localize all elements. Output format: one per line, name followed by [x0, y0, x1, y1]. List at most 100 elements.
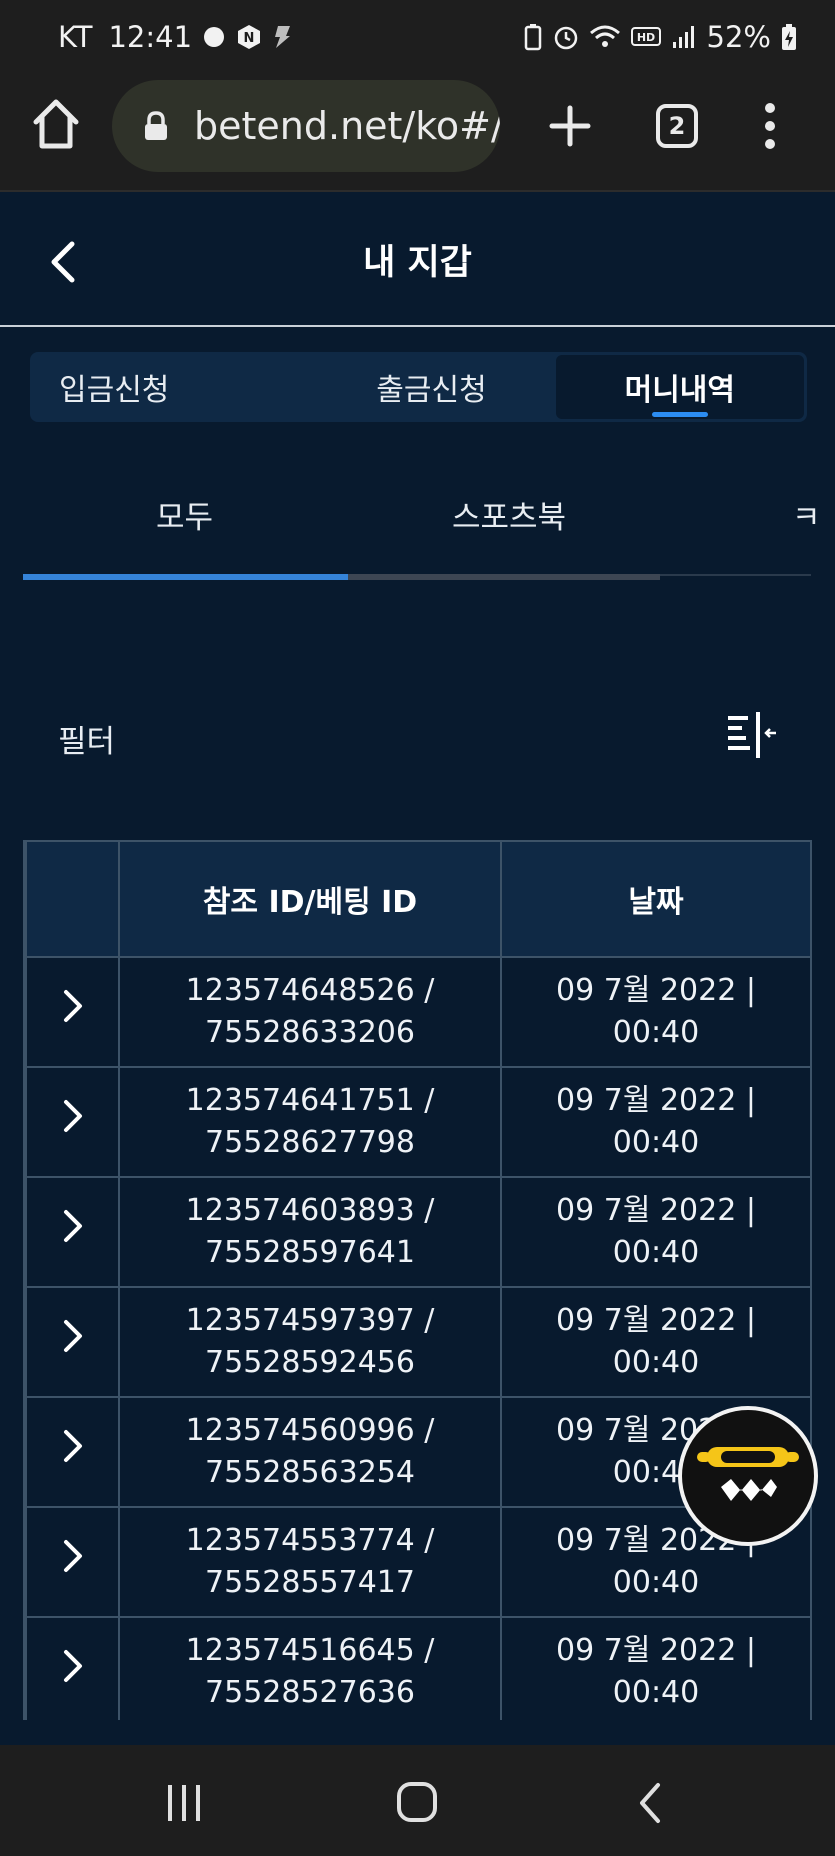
reference-id: 123574648526 / [185, 973, 435, 1008]
date-cell: 09 7월 2022 | 00:40 [500, 1616, 810, 1720]
home-icon[interactable] [30, 96, 82, 152]
status-right: HD 52% [523, 20, 797, 54]
money-history-table: 참조 ID/베팅 ID 날짜 123574648526 / 75528633206… [23, 840, 812, 1720]
home-circle-icon[interactable] [396, 1781, 438, 1823]
col-header-expand [25, 840, 120, 958]
tab-money-history[interactable]: 머니내역 [555, 355, 804, 419]
svg-text:HD: HD [636, 31, 654, 44]
chat-bubble-icon [202, 25, 226, 49]
table-row[interactable]: 123574603893 / 75528597641 09 7월 2022 | 00… [25, 1176, 810, 1288]
app-notification-icon [272, 24, 292, 50]
status-bar: KT 12:41 N HD 52% [0, 0, 835, 74]
date-text: 09 7월 2022 | [556, 973, 756, 1008]
reference-id: 123574597397 / [185, 1303, 435, 1338]
date-text: 09 7월 2022 | [556, 1633, 756, 1668]
reference-cell: 123574597397 / 75528592456 [118, 1286, 502, 1398]
alarm-icon [553, 24, 579, 50]
new-tab-button[interactable] [546, 102, 594, 150]
tab-label: 머니내역 [624, 373, 736, 408]
subtab-all[interactable]: 모두 [156, 492, 213, 537]
time-text: 00:40 [612, 1015, 700, 1050]
tab-deposit-request[interactable]: 입금신청 [33, 355, 307, 419]
chevron-right-icon [63, 990, 82, 1022]
date-text: 09 7월 2022 | [556, 1083, 756, 1118]
expand-cell[interactable] [25, 956, 120, 1068]
tab-label: 입금신청 [59, 373, 170, 408]
subtab-sportsbook[interactable]: 스포츠북 [452, 492, 566, 537]
chevron-right-icon [63, 1650, 82, 1682]
subtab-active-indicator [23, 574, 348, 580]
chevron-left-icon[interactable] [44, 240, 84, 284]
date-cell: 09 7월 2022 | 00:40 [500, 1066, 810, 1178]
date-cell: 09 7월 2022 | 00:40 [500, 1286, 810, 1398]
filter-collapse-icon[interactable] [726, 712, 778, 758]
tab-switcher-button[interactable]: 2 [656, 104, 698, 148]
reference-id: 123574553774 / [185, 1523, 435, 1558]
battery-saver-icon [523, 23, 543, 51]
page-title: 내 지갑 [363, 243, 472, 283]
chevron-right-icon [63, 1430, 82, 1462]
reference-id: 123574516645 / [185, 1633, 435, 1668]
bet-id: 75528563254 [205, 1455, 415, 1490]
table-row[interactable]: 123574597397 / 75528592456 09 7월 2022 | 00… [25, 1286, 810, 1398]
address-bar[interactable]: betend.net/ko#/ [112, 80, 500, 172]
reference-cell: 123574553774 / 75528557417 [118, 1506, 502, 1618]
page-header: 내 지갑 [0, 192, 835, 327]
table-row[interactable]: 123574553774 /75528557417 09 7월 2022 | 00… [25, 1506, 810, 1618]
time-text: 00:40 [612, 1345, 700, 1380]
chat-widget-button[interactable] [678, 1406, 818, 1546]
table-header-row: 참조 ID/베팅 ID 날짜 [25, 840, 810, 958]
tab-count: 2 [668, 112, 686, 140]
table-row[interactable]: 123574641751 / 75528627798 09 7월 2022 | 00… [25, 1066, 810, 1178]
date-text: 09 7월 2022 | [556, 1193, 756, 1228]
bet-id: 75528557417 [205, 1565, 415, 1600]
chat-widget-icon [697, 1447, 799, 1501]
history-subtabs: 모두 스포츠북 ㅋ [0, 470, 835, 580]
naver-icon: N [236, 24, 262, 50]
bet-id: 75528527636 [205, 1675, 415, 1710]
lock-icon [142, 111, 170, 141]
bet-id: 75528592456 [205, 1345, 415, 1380]
time-text: 00:40 [612, 1125, 700, 1160]
bet-id: 75528597641 [205, 1235, 415, 1270]
reference-cell: 123574641751 / 75528627798 [118, 1066, 502, 1178]
col-header-date: 날짜 [500, 840, 810, 958]
tab-label: 출금신청 [376, 373, 487, 408]
svg-text:N: N [244, 31, 255, 46]
subtab-casino[interactable]: ㅋ [792, 492, 821, 537]
expand-cell[interactable] [25, 1396, 120, 1508]
chevron-right-icon [63, 1320, 82, 1352]
table-row[interactable]: 123574648526 / 75528633206 09 7월 2022 | 00… [25, 956, 810, 1068]
date-cell: 09 7월 2022 | 00:40 [500, 956, 810, 1068]
col-header-reference-id: 참조 ID/베팅 ID [118, 840, 502, 958]
tab-withdraw-request[interactable]: 출금신청 [307, 355, 555, 419]
browser-toolbar: betend.net/ko#/ 2 [0, 74, 835, 192]
reference-id: 123574560996 / [185, 1413, 435, 1448]
back-icon[interactable] [636, 1781, 664, 1825]
system-nav-bar [0, 1745, 835, 1856]
time-text: 00:40 [612, 1675, 700, 1710]
reference-cell: 123574516645 / 75528527636 [118, 1616, 502, 1720]
wallet-tabs: 입금신청 출금신청 머니내역 [30, 352, 807, 422]
expand-cell[interactable] [25, 1176, 120, 1288]
chevron-right-icon [63, 1540, 82, 1572]
more-vert-icon[interactable] [760, 100, 780, 152]
reference-id: 123574641751 / [185, 1083, 435, 1118]
signal-icon [671, 24, 697, 50]
url-text: betend.net/ko#/ [194, 104, 500, 148]
chevron-right-icon [63, 1210, 82, 1242]
plus-icon [549, 105, 591, 147]
expand-cell[interactable] [25, 1506, 120, 1618]
recents-icon[interactable] [164, 1783, 204, 1823]
table-row[interactable]: 123574516645 / 75528527636 09 7월 2022 | 00… [25, 1616, 810, 1720]
status-left: KT 12:41 N [58, 20, 292, 54]
expand-cell[interactable] [25, 1616, 120, 1720]
expand-cell[interactable] [25, 1286, 120, 1398]
bet-id: 75528633206 [205, 1015, 415, 1050]
chevron-right-icon [63, 1100, 82, 1132]
carrier-label: KT [58, 20, 93, 54]
date-text: 09 7월 2022 | [556, 1303, 756, 1338]
expand-cell[interactable] [25, 1066, 120, 1178]
filter-label: 필터 [58, 724, 116, 760]
bet-id: 75528627798 [205, 1125, 415, 1160]
